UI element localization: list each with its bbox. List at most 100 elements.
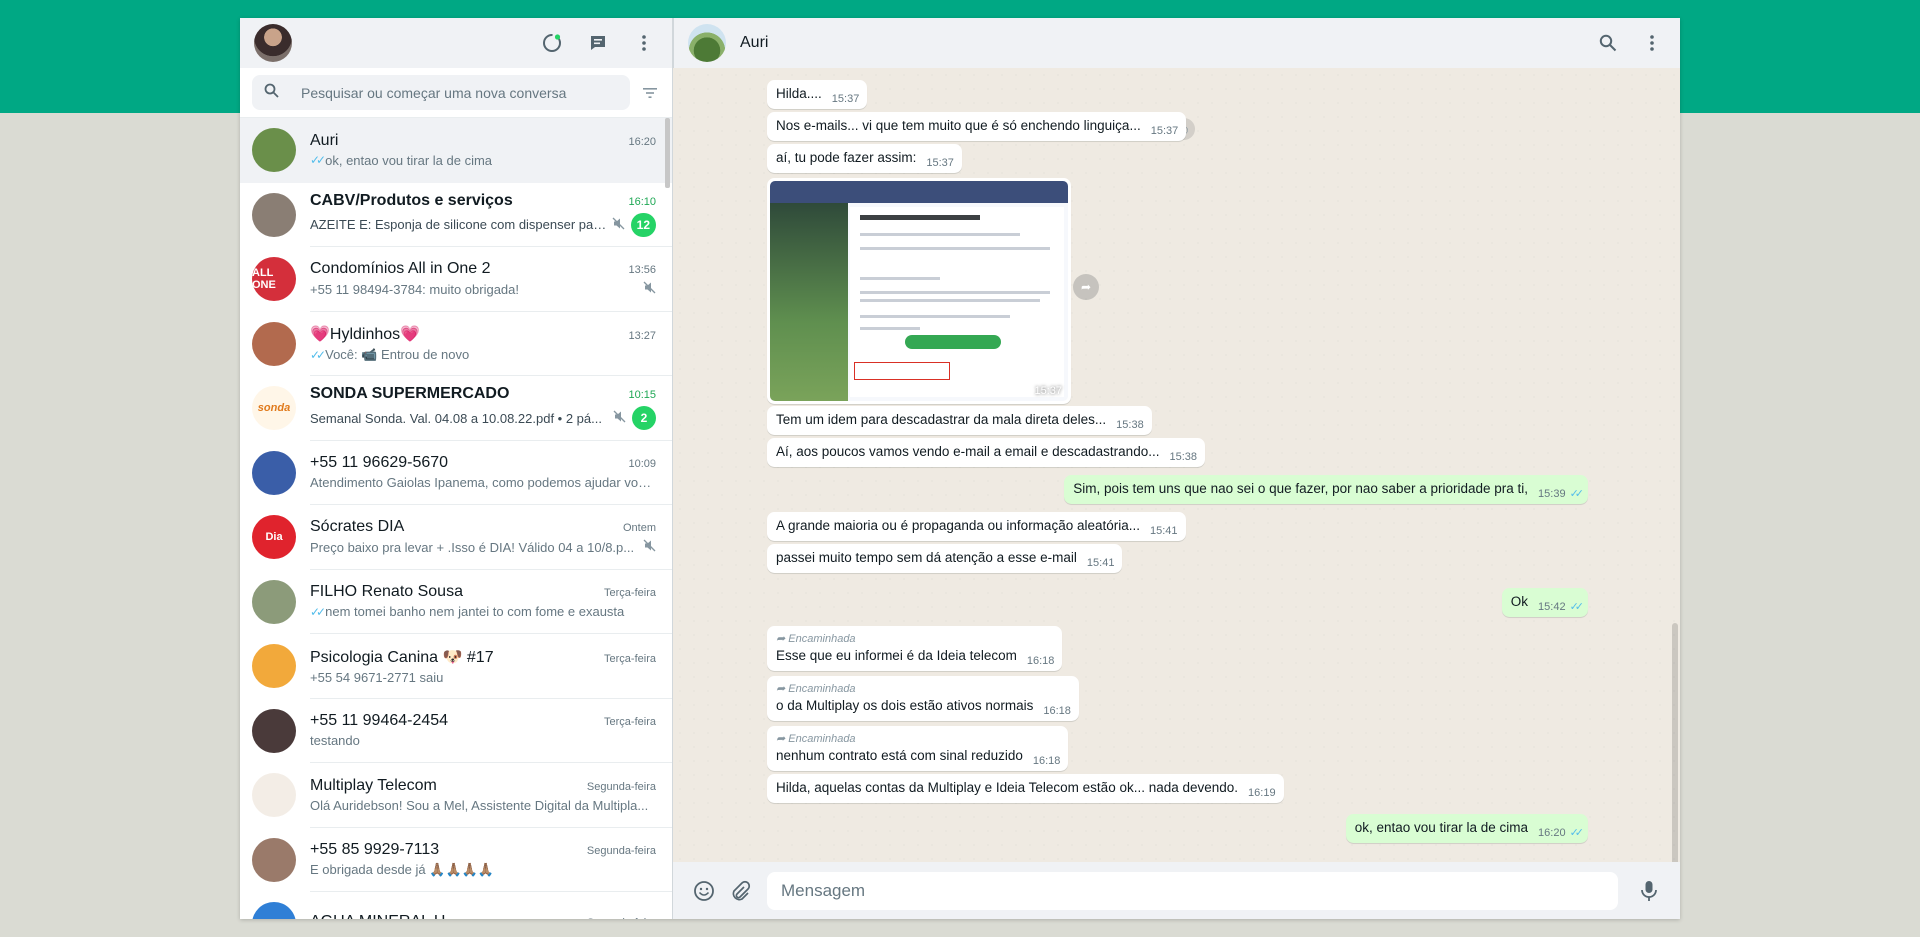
message-text: ok, entao vou tirar la de cima xyxy=(1354,820,1529,835)
chat-time: Ontem xyxy=(622,522,656,535)
chat-time: Segunda-feira xyxy=(586,780,656,793)
chat-avatar[interactable] xyxy=(252,837,296,882)
conversation-header[interactable]: Auri xyxy=(673,18,1680,68)
chat-preview: ok, entao vou tirar la de cima xyxy=(325,152,493,168)
chat-avatar[interactable] xyxy=(252,644,296,689)
chat-avatar[interactable] xyxy=(252,321,296,366)
image-message[interactable]: 15:37 xyxy=(767,178,1071,404)
chat-item[interactable]: +55 85 9929-7113 Segunda-feira E obrigad… xyxy=(240,828,672,892)
incoming-message[interactable]: ➦ Encaminhada o da Multiplay os dois estã… xyxy=(767,676,1079,721)
incoming-message[interactable]: ➦ Encaminhada nenhum contrato está com si… xyxy=(767,726,1069,771)
chat-name: Psicologia Canina 🐶 #17 xyxy=(310,648,494,666)
contact-avatar[interactable] xyxy=(688,24,726,62)
incoming-message[interactable]: Nos e-mails... vi que tem muito que é só… xyxy=(767,112,1187,141)
message-time: 15:37 xyxy=(926,157,954,169)
contact-name[interactable]: Auri xyxy=(740,34,768,52)
incoming-message[interactable]: passei muito tempo sem dá atenção a esse… xyxy=(767,544,1123,573)
chat-name: Auri xyxy=(310,131,339,149)
chat-item-body: Auri 16:20 ✓✓ ok, entao vou tirar la de … xyxy=(310,118,672,183)
chat-item[interactable]: Dia Sócrates DIA Ontem Preço baixo pra l… xyxy=(240,505,672,570)
message-scrollbar[interactable] xyxy=(1672,623,1678,862)
chat-item[interactable]: +55 11 99464-2454 Terça-feira testando xyxy=(240,699,672,763)
chat-time: 16:20 xyxy=(628,135,656,148)
chat-avatar[interactable] xyxy=(252,579,296,624)
message-text: Hilda.... xyxy=(776,86,822,101)
chat-item-body: +55 11 99464-2454 Terça-feira testando xyxy=(310,699,672,763)
chat-avatar[interactable]: ALL ONE xyxy=(252,257,296,302)
chat-avatar[interactable] xyxy=(252,192,296,237)
incoming-message[interactable]: Tem um idem para descadastrar da mala di… xyxy=(767,406,1152,435)
chat-preview: Você: 📹 Entrou de novo xyxy=(325,346,470,362)
incoming-message[interactable]: A grande maioria ou é propaganda ou info… xyxy=(767,512,1186,541)
message-time: 15:41 xyxy=(1150,525,1178,537)
incoming-message[interactable]: Hilda.... 15:37 xyxy=(767,80,868,109)
chat-avatar[interactable] xyxy=(252,902,296,919)
chat-time: 16:10 xyxy=(628,195,656,208)
chat-item[interactable]: CABV/Produtos e serviços 16:10 AZEITE E:… xyxy=(240,183,672,247)
read-receipt-icon: ✓✓ xyxy=(310,153,326,168)
chat-item[interactable]: 💗Hyldinhos💗 13:27 ✓✓ Você: 📹 Entrou de n… xyxy=(240,312,672,376)
emoji-icon[interactable] xyxy=(691,878,717,904)
microphone-icon[interactable] xyxy=(1636,878,1662,904)
message-input-box[interactable] xyxy=(767,871,1618,910)
message-time: 15:37 xyxy=(831,93,860,105)
message-input[interactable] xyxy=(781,880,1618,901)
chat-time: Terça-feira xyxy=(604,716,656,729)
incoming-message[interactable]: Aí, aos poucos vamos vendo e-mail a emai… xyxy=(767,438,1205,467)
search-box[interactable] xyxy=(252,75,630,110)
message-text: aí, tu pode fazer assim: xyxy=(776,150,917,165)
menu-icon[interactable] xyxy=(632,31,656,55)
search-row xyxy=(240,68,672,118)
chat-avatar[interactable]: Dia xyxy=(252,515,296,560)
muted-icon xyxy=(643,539,656,555)
conversation-menu-icon[interactable] xyxy=(1640,31,1664,55)
chat-name: SONDA SUPERMERCADO xyxy=(310,385,510,403)
incoming-message[interactable]: aí, tu pode fazer assim: 15:37 xyxy=(767,144,962,173)
chat-avatar[interactable] xyxy=(252,773,296,818)
chat-item[interactable]: ALL ONE Condomínios All in One 2 13:56 +… xyxy=(240,247,672,312)
chat-list-scrollbar[interactable] xyxy=(665,118,670,188)
chat-avatar[interactable] xyxy=(252,128,296,173)
chat-item-body: +55 11 96629-5670 10:09 Atendimento Gaio… xyxy=(310,441,672,505)
filter-icon[interactable] xyxy=(638,81,662,105)
chat-preview: AZEITE E: Esponja de silicone com dispen… xyxy=(310,217,608,233)
incoming-message[interactable]: ➦ Encaminhada Esse que eu informei é da I… xyxy=(767,626,1063,671)
my-avatar[interactable] xyxy=(254,24,292,62)
incoming-message[interactable]: Hilda, aquelas contas da Multiplay e Ide… xyxy=(767,774,1284,803)
status-icon[interactable] xyxy=(540,31,564,55)
chat-time: Segunda-feira xyxy=(587,917,656,919)
chat-time: 10:15 xyxy=(628,389,656,402)
search-input[interactable] xyxy=(301,84,630,101)
message-area: ☺ xyxy=(673,68,1680,862)
search-messages-icon[interactable] xyxy=(1596,31,1620,55)
forward-share-icon[interactable]: ➦ xyxy=(1073,274,1099,300)
message-text: nenhum contrato está com sinal reduzido xyxy=(776,748,1023,763)
email-screenshot-image[interactable]: 15:37 xyxy=(770,181,1068,401)
chat-item[interactable]: sonda SONDA SUPERMERCADO 10:15 Semanal S… xyxy=(240,376,672,441)
search-icon xyxy=(264,83,279,103)
chat-item[interactable]: AGUA MINERAL H Segunda-feira xyxy=(240,892,672,919)
chat-avatar[interactable]: sonda xyxy=(252,386,296,431)
outgoing-message[interactable]: ok, entao vou tirar la de cima 16:20 ✓✓ xyxy=(1345,814,1588,843)
chat-item[interactable]: Multiplay Telecom Segunda-feira Olá Auri… xyxy=(240,763,672,828)
muted-icon xyxy=(643,281,656,297)
message-text: o da Multiplay os dois estão ativos norm… xyxy=(776,698,1034,713)
chat-item[interactable]: Auri 16:20 ✓✓ ok, entao vou tirar la de … xyxy=(240,118,672,183)
chat-list: Auri 16:20 ✓✓ ok, entao vou tirar la de … xyxy=(240,118,672,919)
chat-avatar[interactable] xyxy=(252,450,296,495)
message-text: Sim, pois tem uns que nao sei o que faze… xyxy=(1073,481,1529,496)
forward-icon: ➦ xyxy=(776,633,786,645)
outgoing-message[interactable]: Sim, pois tem uns que nao sei o que faze… xyxy=(1064,475,1588,504)
attach-icon[interactable] xyxy=(727,878,753,904)
chat-avatar[interactable] xyxy=(252,708,296,753)
chat-item[interactable]: Psicologia Canina 🐶 #17 Terça-feira +55 … xyxy=(240,634,672,699)
chat-item-body: CABV/Produtos e serviços 16:10 AZEITE E:… xyxy=(310,183,672,247)
new-chat-icon[interactable] xyxy=(586,31,610,55)
read-receipt-icon: ✓✓ xyxy=(1569,601,1585,613)
chat-time: Segunda-feira xyxy=(586,844,656,857)
outgoing-message[interactable]: Ok 15:42 ✓✓ xyxy=(1501,588,1588,617)
chat-name: Condomínios All in One 2 xyxy=(310,260,491,278)
chat-item[interactable]: +55 11 96629-5670 10:09 Atendimento Gaio… xyxy=(240,441,672,505)
chat-item[interactable]: FILHO Renato Sousa Terça-feira ✓✓ nem to… xyxy=(240,570,672,634)
sidebar: Auri 16:20 ✓✓ ok, entao vou tirar la de … xyxy=(240,18,673,919)
